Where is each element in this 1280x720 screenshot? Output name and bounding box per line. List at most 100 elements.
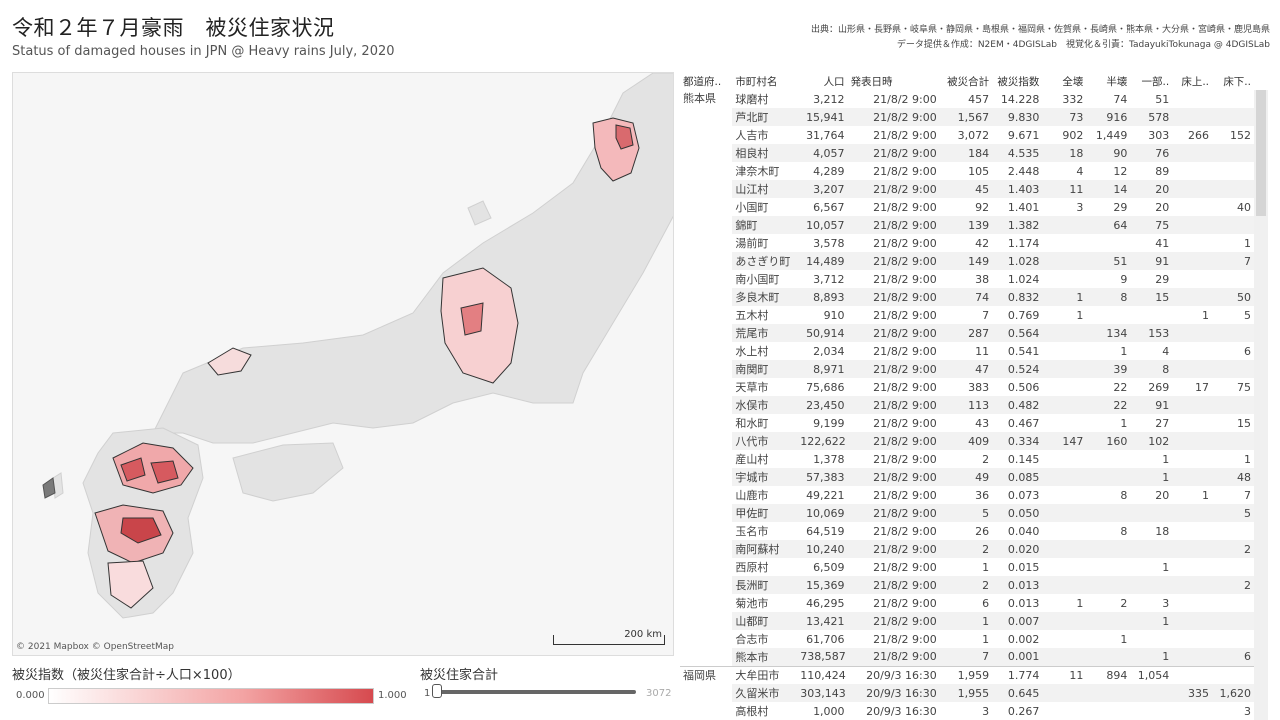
table-cell bbox=[1172, 360, 1213, 378]
table-cell: 1,955 bbox=[939, 684, 993, 702]
table-cell: 5 bbox=[1212, 504, 1254, 522]
table-cell bbox=[1212, 144, 1254, 162]
prefecture-cell-empty bbox=[680, 324, 733, 342]
table-row[interactable]: 甲佐町 10,069 21/8/2 9:00 5 0.050 5 bbox=[680, 504, 1254, 522]
table-cell bbox=[1130, 684, 1173, 702]
table-row[interactable]: 津奈木町 4,289 21/8/2 9:00 105 2.448 4 12 89 bbox=[680, 162, 1254, 180]
column-header[interactable]: 半壊 bbox=[1086, 72, 1130, 90]
table-row[interactable]: 八代市 122,622 21/8/2 9:00 409 0.334 147 160 102 bbox=[680, 432, 1254, 450]
table-cell: 11 bbox=[1042, 665, 1087, 684]
table-row[interactable]: 五木村 910 21/8/2 9:00 7 0.769 1 1 5 bbox=[680, 306, 1254, 324]
table-cell: 6,509 bbox=[813, 560, 845, 574]
table-row[interactable]: 芦北町 15,941 21/8/2 9:00 1,567 9.830 73 916 578 bbox=[680, 108, 1254, 126]
table-cell: 149 bbox=[939, 252, 993, 270]
table-cell bbox=[1042, 468, 1087, 486]
column-header[interactable]: 人口 bbox=[797, 72, 847, 90]
table-row[interactable]: 山都町 13,421 21/8/2 9:00 1 0.007 1 bbox=[680, 612, 1254, 630]
table-scroll-thumb[interactable] bbox=[1256, 90, 1266, 216]
table-row[interactable]: 長洲町 15,369 21/8/2 9:00 2 0.013 2 bbox=[680, 576, 1254, 594]
column-header[interactable]: 全壊 bbox=[1042, 72, 1086, 90]
table-row[interactable]: 福岡県 大牟田市 110,424 20/9/3 16:30 1,959 1.774 11 89… bbox=[680, 665, 1254, 684]
table-row[interactable]: 天草市 75,686 21/8/2 9:00 383 0.506 22 269 17 75 bbox=[680, 378, 1254, 396]
table-cell: 8 bbox=[1120, 524, 1128, 538]
table-row[interactable]: 宇城市 57,383 21/8/2 9:00 49 0.085 1 48 bbox=[680, 468, 1254, 486]
table-row[interactable]: 合志市 61,706 21/8/2 9:00 1 0.002 1 bbox=[680, 630, 1254, 648]
table-cell: 22 bbox=[1086, 396, 1131, 414]
damage-table[interactable]: 都道府.. 市町村名 人口 発表日時 被災合計 被災指数 全壊 半壊 一部.. 床上.. 床下.. … bbox=[680, 72, 1272, 720]
table-row[interactable]: 相良村 4,057 21/8/2 9:00 184 4.535 18 90 76 bbox=[680, 144, 1254, 162]
column-header[interactable]: 床上.. bbox=[1172, 72, 1212, 90]
choropleth-map[interactable]: © 2021 Mapbox © OpenStreetMap 200 km bbox=[12, 72, 674, 656]
table-row[interactable]: 山鹿市 49,221 21/8/2 9:00 36 0.073 8 20 1 7 bbox=[680, 486, 1254, 504]
table-cell: 139 bbox=[939, 216, 993, 234]
table-cell bbox=[1086, 648, 1131, 666]
dashboard-title: 令和２年７月豪雨 被災住家状況 bbox=[12, 16, 335, 40]
table-cell: 20/9/3 16:30 bbox=[866, 704, 937, 718]
table-cell: 303,143 bbox=[797, 684, 848, 702]
table-row[interactable]: あさぎり町 14,489 21/8/2 9:00 149 1.028 51 91 7 bbox=[680, 252, 1254, 270]
table-row[interactable]: 荒尾市 50,914 21/8/2 9:00 287 0.564 134 153 bbox=[680, 324, 1254, 342]
table-row[interactable]: 水上村 2,034 21/8/2 9:00 11 0.541 1 4 6 bbox=[680, 342, 1254, 360]
table-cell: 21/8/2 9:00 bbox=[847, 252, 940, 270]
prefecture-cell-empty bbox=[680, 504, 733, 522]
table-row[interactable]: 玉名市 64,519 21/8/2 9:00 26 0.040 8 18 bbox=[680, 522, 1254, 540]
table-cell: 3 bbox=[1076, 200, 1084, 214]
table-row[interactable]: 熊本県 球磨村 3,212 21/8/2 9:00 457 14.228 332 74 51 bbox=[680, 90, 1254, 108]
column-header[interactable]: 被災合計 bbox=[940, 72, 992, 90]
map-canvas[interactable] bbox=[13, 73, 674, 656]
table-row[interactable]: 高根村 1,000 20/9/3 16:30 3 0.267 3 bbox=[680, 702, 1254, 720]
table-cell bbox=[1130, 630, 1172, 648]
table-cell: 0.645 bbox=[992, 684, 1043, 702]
column-header[interactable]: 一部.. bbox=[1130, 72, 1172, 90]
table-row[interactable]: 人吉市 31,764 21/8/2 9:00 3,072 9.671 902 1,449 30… bbox=[680, 126, 1254, 144]
table-cell: 74 bbox=[1113, 92, 1128, 106]
filter-slider-track[interactable] bbox=[436, 690, 636, 694]
table-cell: 0.040 bbox=[1007, 524, 1040, 538]
table-cell: 3 bbox=[1162, 596, 1170, 610]
table-cell: 383 bbox=[968, 380, 990, 394]
table-cell: 1 bbox=[1130, 612, 1173, 630]
table-cell: 宇城市 bbox=[732, 468, 798, 486]
table-scrollbar[interactable] bbox=[1254, 90, 1268, 720]
column-header[interactable]: 市町村名 bbox=[732, 72, 797, 90]
table-cell: 5 bbox=[1244, 308, 1251, 322]
table-cell: 6 bbox=[982, 596, 990, 610]
table-cell bbox=[1042, 576, 1087, 594]
table-row[interactable]: 菊池市 46,295 21/8/2 9:00 6 0.013 1 2 3 bbox=[680, 594, 1254, 612]
table-cell bbox=[1086, 450, 1130, 468]
table-row[interactable]: 多良木町 8,893 21/8/2 9:00 74 0.832 1 8 15 50 bbox=[680, 288, 1254, 306]
table-row[interactable]: 錦町 10,057 21/8/2 9:00 139 1.382 64 75 bbox=[680, 216, 1254, 234]
table-cell: 0.334 bbox=[992, 432, 1043, 450]
table-row[interactable]: 和水町 9,199 21/8/2 9:00 43 0.467 1 27 15 bbox=[680, 414, 1254, 432]
column-header[interactable]: 床下.. bbox=[1212, 72, 1254, 90]
table-cell: 3 bbox=[982, 704, 990, 718]
table-cell: 184 bbox=[939, 144, 993, 162]
gifu-high-damage[interactable] bbox=[460, 302, 484, 336]
filter-slider-thumb[interactable] bbox=[432, 684, 442, 698]
table-row[interactable]: 山江村 3,207 21/8/2 9:00 45 1.403 11 14 20 bbox=[680, 180, 1254, 198]
table-row[interactable]: 南関町 8,971 21/8/2 9:00 47 0.524 39 8 bbox=[680, 360, 1254, 378]
dashboard-subtitle: Status of damaged houses in JPN @ Heavy … bbox=[12, 44, 395, 59]
table-row[interactable]: 西原村 6,509 21/8/2 9:00 1 0.015 1 bbox=[680, 558, 1254, 576]
table-cell bbox=[1042, 360, 1087, 378]
table-row[interactable]: 産山村 1,378 21/8/2 9:00 2 0.145 1 1 bbox=[680, 450, 1254, 468]
table-row[interactable]: 小国町 6,567 21/8/2 9:00 92 1.401 3 29 20 40 bbox=[680, 198, 1254, 216]
table-header-row: 都道府.. 市町村名 人口 発表日時 被災合計 被災指数 全壊 半壊 一部.. 床上.. 床下.. bbox=[680, 72, 1254, 90]
table-row[interactable]: 久留米市 303,143 20/9/3 16:30 1,955 0.645 335 1,62… bbox=[680, 684, 1254, 702]
table-row[interactable]: 湯前町 3,578 21/8/2 9:00 42 1.174 41 1 bbox=[680, 234, 1254, 252]
table-row[interactable]: 水俣市 23,450 21/8/2 9:00 113 0.482 22 91 bbox=[680, 396, 1254, 414]
table-cell bbox=[1172, 252, 1213, 270]
column-header[interactable]: 被災指数 bbox=[992, 72, 1042, 90]
table-cell: 0.832 bbox=[992, 288, 1043, 306]
color-legend-title: 被災指数（被災住家合計÷人口×100） bbox=[12, 668, 241, 683]
map-attribution: © 2021 Mapbox © OpenStreetMap bbox=[16, 642, 174, 652]
table-cell: 1 bbox=[1162, 560, 1170, 574]
table-cell: 46,295 bbox=[806, 596, 845, 610]
table-cell: 51 bbox=[1086, 252, 1131, 270]
table-row[interactable]: 南阿蘇村 10,240 21/8/2 9:00 2 0.020 2 bbox=[680, 540, 1254, 558]
column-header[interactable]: 都道府.. bbox=[680, 72, 732, 90]
column-header[interactable]: 発表日時 bbox=[848, 72, 940, 90]
table-row[interactable]: 南小国町 3,712 21/8/2 9:00 38 1.024 9 29 bbox=[680, 270, 1254, 288]
table-cell: 津奈木町 bbox=[735, 165, 780, 178]
table-row[interactable]: 熊本市 738,587 21/8/2 9:00 7 0.001 1 6 bbox=[680, 648, 1254, 666]
